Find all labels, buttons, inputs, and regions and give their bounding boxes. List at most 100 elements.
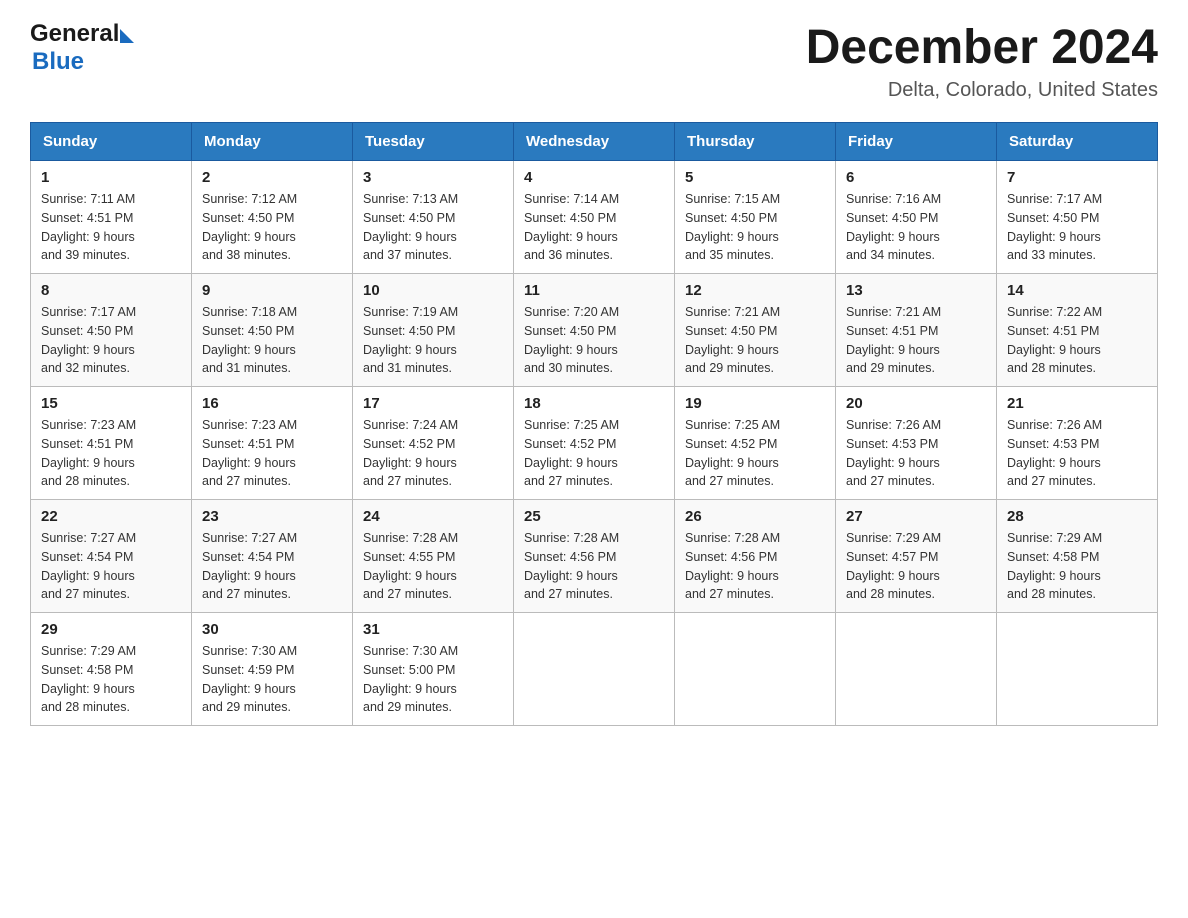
day-number: 17 — [363, 395, 503, 412]
page-header: General Blue December 2024 Delta, Colora… — [30, 20, 1158, 102]
calendar-header-row: Sunday Monday Tuesday Wednesday Thursday… — [31, 123, 1158, 161]
day-number: 27 — [846, 508, 986, 525]
header-friday: Friday — [836, 123, 997, 161]
header-thursday: Thursday — [675, 123, 836, 161]
day-number: 28 — [1007, 508, 1147, 525]
table-row: 31Sunrise: 7:30 AMSunset: 5:00 PMDayligh… — [353, 613, 514, 726]
day-number: 19 — [685, 395, 825, 412]
table-row: 6 Sunrise: 7:16 AMSunset: 4:50 PMDaylight… — [836, 161, 997, 274]
day-info: Sunrise: 7:15 AMSunset: 4:50 PMDaylight:… — [685, 190, 825, 265]
table-row: 26Sunrise: 7:28 AMSunset: 4:56 PMDayligh… — [675, 500, 836, 613]
day-number: 18 — [524, 395, 664, 412]
table-row: 1 Sunrise: 7:11 AMSunset: 4:51 PMDaylight… — [31, 161, 192, 274]
day-info: Sunrise: 7:17 AMSunset: 4:50 PMDaylight:… — [1007, 190, 1147, 265]
day-number: 1 — [41, 169, 181, 186]
calendar-subtitle: Delta, Colorado, United States — [806, 79, 1158, 102]
day-number: 10 — [363, 282, 503, 299]
table-row: 21 Sunrise: 7:26 AMSunset: 4:53 PMDayligh… — [997, 387, 1158, 500]
day-number: 30 — [202, 621, 342, 638]
day-number: 5 — [685, 169, 825, 186]
day-info: Sunrise: 7:28 AMSunset: 4:56 PMDaylight:… — [524, 529, 664, 604]
day-number: 8 — [41, 282, 181, 299]
calendar-week-row: 22Sunrise: 7:27 AMSunset: 4:54 PMDayligh… — [31, 500, 1158, 613]
day-number: 3 — [363, 169, 503, 186]
day-number: 25 — [524, 508, 664, 525]
table-row: 16 Sunrise: 7:23 AMSunset: 4:51 PMDayligh… — [192, 387, 353, 500]
day-info: Sunrise: 7:25 AMSunset: 4:52 PMDaylight:… — [524, 416, 664, 491]
table-row: 29 Sunrise: 7:29 AMSunset: 4:58 PMDayligh… — [31, 613, 192, 726]
day-info: Sunrise: 7:30 AMSunset: 4:59 PMDaylight:… — [202, 642, 342, 717]
day-info: Sunrise: 7:28 AMSunset: 4:55 PMDaylight:… — [363, 529, 503, 604]
logo-triangle-icon — [120, 29, 134, 43]
table-row: 8 Sunrise: 7:17 AMSunset: 4:50 PMDaylight… — [31, 274, 192, 387]
table-row: 14 Sunrise: 7:22 AMSunset: 4:51 PMDayligh… — [997, 274, 1158, 387]
day-number: 23 — [202, 508, 342, 525]
table-row: 25 Sunrise: 7:28 AMSunset: 4:56 PMDayligh… — [514, 500, 675, 613]
title-section: December 2024 Delta, Colorado, United St… — [806, 20, 1158, 102]
day-number: 14 — [1007, 282, 1147, 299]
day-number: 20 — [846, 395, 986, 412]
table-row: 5 Sunrise: 7:15 AMSunset: 4:50 PMDaylight… — [675, 161, 836, 274]
logo: General Blue — [30, 20, 134, 76]
day-info: Sunrise: 7:23 AMSunset: 4:51 PMDaylight:… — [202, 416, 342, 491]
day-number: 9 — [202, 282, 342, 299]
day-number: 2 — [202, 169, 342, 186]
table-row — [514, 613, 675, 726]
day-info: Sunrise: 7:12 AMSunset: 4:50 PMDaylight:… — [202, 190, 342, 265]
day-info: Sunrise: 7:27 AMSunset: 4:54 PMDaylight:… — [202, 529, 342, 604]
day-info: Sunrise: 7:24 AMSunset: 4:52 PMDaylight:… — [363, 416, 503, 491]
day-info: Sunrise: 7:23 AMSunset: 4:51 PMDaylight:… — [41, 416, 181, 491]
table-row: 27 Sunrise: 7:29 AMSunset: 4:57 PMDayligh… — [836, 500, 997, 613]
day-info: Sunrise: 7:29 AMSunset: 4:57 PMDaylight:… — [846, 529, 986, 604]
day-number: 21 — [1007, 395, 1147, 412]
table-row: 11Sunrise: 7:20 AMSunset: 4:50 PMDayligh… — [514, 274, 675, 387]
calendar-table: Sunday Monday Tuesday Wednesday Thursday… — [30, 122, 1158, 726]
day-info: Sunrise: 7:19 AMSunset: 4:50 PMDaylight:… — [363, 303, 503, 378]
table-row: 4Sunrise: 7:14 AMSunset: 4:50 PMDaylight… — [514, 161, 675, 274]
header-monday: Monday — [192, 123, 353, 161]
calendar-week-row: 1 Sunrise: 7:11 AMSunset: 4:51 PMDaylight… — [31, 161, 1158, 274]
day-number: 15 — [41, 395, 181, 412]
table-row — [836, 613, 997, 726]
table-row: 15 Sunrise: 7:23 AMSunset: 4:51 PMDayligh… — [31, 387, 192, 500]
day-info: Sunrise: 7:18 AMSunset: 4:50 PMDaylight:… — [202, 303, 342, 378]
table-row: 7 Sunrise: 7:17 AMSunset: 4:50 PMDaylight… — [997, 161, 1158, 274]
day-info: Sunrise: 7:17 AMSunset: 4:50 PMDaylight:… — [41, 303, 181, 378]
header-saturday: Saturday — [997, 123, 1158, 161]
table-row: 18 Sunrise: 7:25 AMSunset: 4:52 PMDayligh… — [514, 387, 675, 500]
table-row: 10 Sunrise: 7:19 AMSunset: 4:50 PMDayligh… — [353, 274, 514, 387]
day-info: Sunrise: 7:11 AMSunset: 4:51 PMDaylight:… — [41, 190, 181, 265]
day-number: 7 — [1007, 169, 1147, 186]
table-row — [675, 613, 836, 726]
table-row: 3 Sunrise: 7:13 AMSunset: 4:50 PMDaylight… — [353, 161, 514, 274]
table-row: 20Sunrise: 7:26 AMSunset: 4:53 PMDayligh… — [836, 387, 997, 500]
day-number: 12 — [685, 282, 825, 299]
table-row: 9 Sunrise: 7:18 AMSunset: 4:50 PMDaylight… — [192, 274, 353, 387]
day-info: Sunrise: 7:22 AMSunset: 4:51 PMDaylight:… — [1007, 303, 1147, 378]
day-number: 29 — [41, 621, 181, 638]
calendar-body: 1 Sunrise: 7:11 AMSunset: 4:51 PMDaylight… — [31, 161, 1158, 726]
day-number: 11 — [524, 282, 664, 299]
table-row: 22Sunrise: 7:27 AMSunset: 4:54 PMDayligh… — [31, 500, 192, 613]
header-wednesday: Wednesday — [514, 123, 675, 161]
table-row: 30 Sunrise: 7:30 AMSunset: 4:59 PMDayligh… — [192, 613, 353, 726]
day-info: Sunrise: 7:14 AMSunset: 4:50 PMDaylight:… — [524, 190, 664, 265]
day-info: Sunrise: 7:13 AMSunset: 4:50 PMDaylight:… — [363, 190, 503, 265]
header-tuesday: Tuesday — [353, 123, 514, 161]
day-info: Sunrise: 7:26 AMSunset: 4:53 PMDaylight:… — [1007, 416, 1147, 491]
day-info: Sunrise: 7:21 AMSunset: 4:51 PMDaylight:… — [846, 303, 986, 378]
day-info: Sunrise: 7:27 AMSunset: 4:54 PMDaylight:… — [41, 529, 181, 604]
day-info: Sunrise: 7:16 AMSunset: 4:50 PMDaylight:… — [846, 190, 986, 265]
day-info: Sunrise: 7:29 AMSunset: 4:58 PMDaylight:… — [1007, 529, 1147, 604]
calendar-title: December 2024 — [806, 20, 1158, 75]
table-row: 19Sunrise: 7:25 AMSunset: 4:52 PMDayligh… — [675, 387, 836, 500]
table-row: 12 Sunrise: 7:21 AMSunset: 4:50 PMDayligh… — [675, 274, 836, 387]
day-info: Sunrise: 7:29 AMSunset: 4:58 PMDaylight:… — [41, 642, 181, 717]
day-number: 6 — [846, 169, 986, 186]
day-info: Sunrise: 7:21 AMSunset: 4:50 PMDaylight:… — [685, 303, 825, 378]
calendar-week-row: 15 Sunrise: 7:23 AMSunset: 4:51 PMDayligh… — [31, 387, 1158, 500]
day-number: 24 — [363, 508, 503, 525]
logo-text-blue: Blue — [32, 48, 84, 76]
day-number: 16 — [202, 395, 342, 412]
header-sunday: Sunday — [31, 123, 192, 161]
